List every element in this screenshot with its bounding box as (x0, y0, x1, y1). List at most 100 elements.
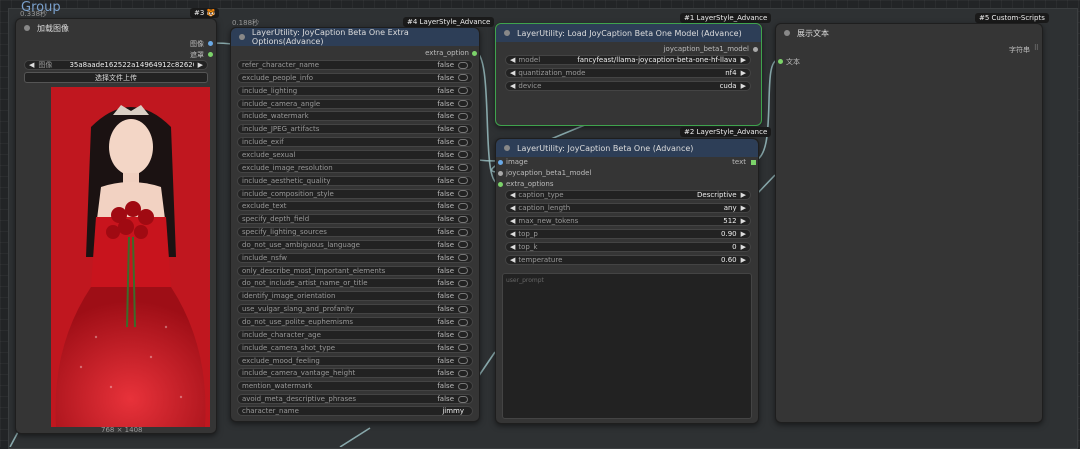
toggle-include-camera-angle[interactable]: include_camera_angle false (237, 98, 473, 109)
combo-right-arrow-icon[interactable]: ▶ (741, 69, 746, 77)
joycaption-node[interactable]: LayerUtility: JoyCaption Beta One (Advan… (495, 138, 759, 424)
combo-caption-type[interactable]: ◀ caption_type Descriptive ▶ (505, 190, 751, 200)
image-file-combo[interactable]: ◀ 图像 35a8aade162522a14964912c82620745277… (24, 60, 208, 70)
toggle-switch-icon[interactable] (458, 292, 468, 300)
extra-options-node[interactable]: LayerUtility: JoyCaption Beta One Extra … (230, 27, 480, 422)
node1-header[interactable]: LayerUtility: Load JoyCaption Beta One M… (496, 24, 761, 42)
combo-left-arrow-icon[interactable]: ◀ (510, 256, 515, 264)
combo-right-arrow-icon[interactable]: ▶ (741, 191, 746, 199)
show-text-node[interactable]: 展示文本 文本 字符串 ⠿ (775, 23, 1043, 423)
combo-left-arrow-icon[interactable]: ◀ (510, 243, 515, 251)
combo-right-arrow-icon[interactable]: ▶ (741, 256, 746, 264)
combo-right-arrow-icon[interactable]: ▶ (741, 217, 746, 225)
toggle-switch-icon[interactable] (458, 331, 468, 339)
out-extra-option-socket[interactable] (472, 51, 477, 56)
toggle-switch-icon[interactable] (458, 87, 468, 95)
combo-device[interactable]: ◀ device cuda ▶ (505, 81, 751, 91)
toggle-exclude-image-resolution[interactable]: exclude_image_resolution false (237, 162, 473, 173)
toggle-exclude-text[interactable]: exclude_text false (237, 201, 473, 212)
toggle-switch-icon[interactable] (458, 151, 468, 159)
in-image-socket[interactable] (498, 160, 503, 165)
toggle-refer-character-name[interactable]: refer_character_name false (237, 60, 473, 70)
out-text-socket[interactable] (751, 160, 756, 165)
character-name-field[interactable]: character_name jimmy (237, 406, 473, 416)
toggle-switch-icon[interactable] (458, 305, 468, 313)
combo-right-arrow-icon[interactable]: ▶ (741, 56, 746, 64)
toggle-include-exif[interactable]: include_exif false (237, 137, 473, 148)
toggle-specify-depth-field[interactable]: specify_depth_field false (237, 214, 473, 225)
combo-top-p[interactable]: ◀ top_p 0.90 ▶ (505, 229, 751, 239)
toggle-include-lighting[interactable]: include_lighting false (237, 85, 473, 96)
toggle-switch-icon[interactable] (458, 74, 468, 82)
load-model-node[interactable]: LayerUtility: Load JoyCaption Beta One M… (495, 23, 762, 126)
toggle-include-composition-style[interactable]: include_composition_style false (237, 188, 473, 199)
toggle-switch-icon[interactable] (458, 202, 468, 210)
node3-header[interactable]: 加载图像 (16, 19, 216, 37)
node1-collapse-dot[interactable] (504, 30, 510, 36)
toggle-do-not-use-ambiguous-language[interactable]: do_not_use_ambiguous_language false (237, 239, 473, 250)
upload-button[interactable]: 选择文件上传 (24, 72, 208, 83)
node4-header[interactable]: LayerUtility: JoyCaption Beta One Extra … (231, 28, 479, 46)
combo-quantization-mode[interactable]: ◀ quantization_mode nf4 ▶ (505, 68, 751, 78)
toggle-include-JPEG-artifacts[interactable]: include_JPEG_artifacts false (237, 124, 473, 135)
toggle-switch-icon[interactable] (458, 395, 468, 403)
toggle-avoid-meta-descriptive-phrases[interactable]: avoid_meta_descriptive_phrases false (237, 394, 473, 405)
toggle-switch-icon[interactable] (458, 318, 468, 326)
combo-model[interactable]: ◀ model fancyfeast/llama-joycaption-beta-o… (505, 55, 751, 65)
node2-header[interactable]: LayerUtility: JoyCaption Beta One (Advan… (496, 139, 758, 157)
toggle-include-watermark[interactable]: include_watermark false (237, 111, 473, 122)
combo-left-arrow-icon[interactable]: ◀ (510, 56, 515, 64)
combo-left-arrow-icon[interactable]: ◀ (510, 217, 515, 225)
toggle-exclude-mood-feeling[interactable]: exclude_mood_feeling false (237, 355, 473, 366)
toggle-switch-icon[interactable] (458, 357, 468, 365)
out-model-socket[interactable] (753, 47, 758, 52)
combo-right-arrow-icon[interactable]: ▶ (741, 204, 746, 212)
combo-right-arrow-icon[interactable]: ▶ (741, 243, 746, 251)
combo-caption-length[interactable]: ◀ caption_length any ▶ (505, 203, 751, 213)
toggle-switch-icon[interactable] (458, 177, 468, 185)
out-string-grid-icon[interactable]: ⠿ (1034, 44, 1039, 52)
node4-collapse-dot[interactable] (239, 34, 245, 40)
toggle-mention-watermark[interactable]: mention_watermark false (237, 381, 473, 392)
toggle-switch-icon[interactable] (458, 241, 468, 249)
toggle-include-camera-shot-type[interactable]: include_camera_shot_type false (237, 342, 473, 353)
node5-collapse-dot[interactable] (784, 30, 790, 36)
toggle-switch-icon[interactable] (458, 164, 468, 172)
toggle-switch-icon[interactable] (458, 267, 468, 275)
out-mask-socket[interactable] (208, 52, 213, 57)
toggle-switch-icon[interactable] (458, 215, 468, 223)
combo-temperature[interactable]: ◀ temperature 0.60 ▶ (505, 255, 751, 265)
out-image-socket[interactable] (208, 41, 213, 46)
toggle-include-nsfw[interactable]: include_nsfw false (237, 252, 473, 263)
toggle-include-camera-vantage-height[interactable]: include_camera_vantage_height false (237, 368, 473, 379)
in-extra-socket[interactable] (498, 182, 503, 187)
combo-left-arrow-icon[interactable]: ◀ (510, 204, 515, 212)
toggle-switch-icon[interactable] (458, 190, 468, 197)
toggle-switch-icon[interactable] (458, 100, 468, 108)
toggle-switch-icon[interactable] (458, 228, 468, 236)
combo-left-arrow-icon[interactable]: ◀ (510, 230, 515, 238)
node2-collapse-dot[interactable] (504, 145, 510, 151)
toggle-exclude-sexual[interactable]: exclude_sexual false (237, 149, 473, 160)
toggle-include-aesthetic-quality[interactable]: include_aesthetic_quality false (237, 175, 473, 186)
toggle-exclude-people-info[interactable]: exclude_people_info false (237, 72, 473, 83)
user-prompt-textarea[interactable]: user_prompt (502, 273, 752, 419)
combo-left-arrow-icon[interactable]: ◀ (510, 69, 515, 77)
toggle-include-character-age[interactable]: include_character_age false (237, 329, 473, 340)
toggle-switch-icon[interactable] (458, 254, 468, 262)
toggle-switch-icon[interactable] (458, 112, 468, 120)
toggle-only-describe-most-important-elements[interactable]: only_describe_most_important_elements fal… (237, 265, 473, 276)
combo-left-arrow-icon[interactable]: ◀ (510, 191, 515, 199)
node5-header[interactable]: 展示文本 (776, 24, 1042, 42)
toggle-switch-icon[interactable] (458, 382, 468, 390)
load-image-node[interactable]: 加载图像 图像 遮罩 ◀ 图像 35a8aade162522a14964912c… (15, 18, 217, 434)
combo-right-arrow-icon[interactable]: ▶ (741, 230, 746, 238)
toggle-switch-icon[interactable] (458, 369, 468, 377)
combo-max-new-tokens[interactable]: ◀ max_new_tokens 512 ▶ (505, 216, 751, 226)
combo-left-arrow-icon[interactable]: ◀ (510, 82, 515, 90)
toggle-specify-lighting-sources[interactable]: specify_lighting_sources false (237, 227, 473, 238)
toggle-switch-icon[interactable] (458, 61, 468, 69)
combo-left-arrow-icon[interactable]: ◀ (29, 61, 34, 69)
combo-top-k[interactable]: ◀ top_k 0 ▶ (505, 242, 751, 252)
toggle-switch-icon[interactable] (458, 138, 468, 146)
